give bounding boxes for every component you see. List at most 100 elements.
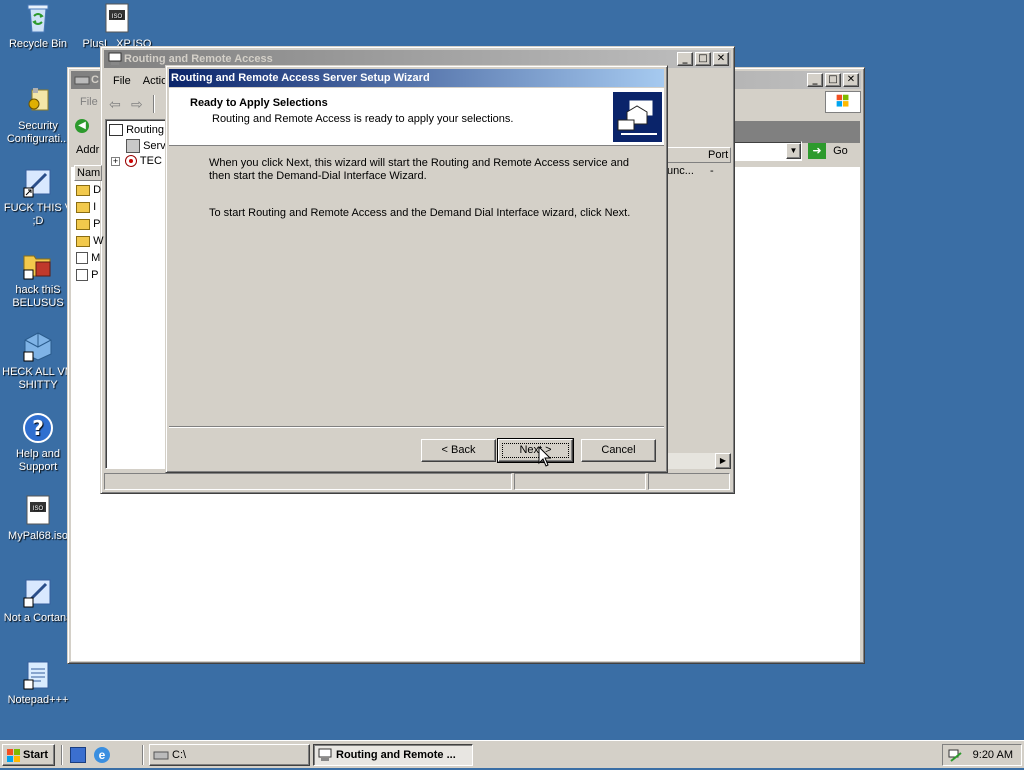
- show-desktop-icon[interactable]: [70, 747, 86, 763]
- desktop-icon-heck-all[interactable]: HECK ALL VM SHITTY: [0, 330, 76, 392]
- desktop-icon-label: Security Configurati...: [6, 120, 70, 145]
- tree-root[interactable]: Routing: [109, 124, 164, 137]
- forward-arrow-icon[interactable]: ⇨: [131, 97, 147, 111]
- folder-icon: [76, 184, 90, 196]
- focus-rect: [502, 443, 569, 458]
- go-label: Go: [833, 145, 848, 157]
- list-cell-port: -: [710, 165, 714, 177]
- wizard-subheading: Routing and Remote Access is ready to ap…: [212, 113, 514, 125]
- desktop-icon-hack-this[interactable]: hack thiS BELUSUS: [0, 248, 76, 310]
- back-arrow-icon[interactable]: ⇦: [109, 97, 125, 111]
- desktop-icon-security-config[interactable]: Security Configurati...: [0, 84, 76, 146]
- wizard-body-para2: To start Routing and Remote Access and t…: [209, 207, 631, 219]
- desktop-icon-shortcut-1[interactable]: FUCK THIS V ;D: [0, 166, 76, 228]
- explorer-address-label: Addr: [76, 144, 100, 156]
- clock[interactable]: 9:20 AM: [973, 745, 1013, 765]
- close-button[interactable]: ✕: [713, 52, 729, 66]
- list-header-port[interactable]: Port: [667, 147, 731, 163]
- svg-text:ISO: ISO: [112, 14, 123, 20]
- go-arrow-icon: ➜: [808, 143, 826, 160]
- desktop-icon-label: Not a Cortana: [3, 612, 73, 624]
- taskbar-item-routing[interactable]: Routing and Remote ...: [313, 744, 473, 766]
- tree-item-server[interactable]: + TEC: [111, 155, 162, 168]
- folder-icon: [76, 201, 90, 213]
- folder-icon: [76, 218, 90, 230]
- explorer-back-icon[interactable]: ◀: [75, 119, 89, 133]
- desktop-icon-label: Recycle Bin: [8, 38, 68, 50]
- desktop-icon-recycle-bin[interactable]: Recycle Bin: [0, 2, 76, 51]
- explorer-list-item[interactable]: P: [76, 218, 100, 230]
- svg-text:?: ?: [32, 416, 44, 440]
- menu-file[interactable]: File: [107, 73, 137, 89]
- status-cell: [514, 473, 646, 490]
- network-tray-icon[interactable]: [947, 747, 963, 763]
- network-wizard-icon: [613, 92, 662, 142]
- maximize-button[interactable]: □: [825, 73, 841, 87]
- explorer-list-item[interactable]: I: [76, 201, 96, 213]
- wizard-header: Ready to Apply Selections Routing and Re…: [169, 88, 664, 146]
- tree-item-label: TEC: [139, 155, 162, 167]
- shortcut-icon: [22, 576, 54, 608]
- wizard-heading: Ready to Apply Selections: [190, 97, 328, 109]
- folder-shortcut-icon: [22, 248, 54, 280]
- notepad-icon: [22, 658, 54, 690]
- computer-icon: [109, 124, 123, 137]
- system-tray: 9:20 AM: [942, 744, 1022, 766]
- windows-logo-icon: [825, 91, 861, 113]
- expand-icon[interactable]: +: [111, 156, 120, 166]
- shortcut-icon: [22, 166, 54, 198]
- folder-icon: [76, 235, 90, 247]
- tree-item-label: Serv: [143, 139, 166, 152]
- next-button[interactable]: Next >: [497, 438, 574, 463]
- scroll-right-button[interactable]: ▶: [715, 453, 731, 469]
- desktop-icon-help-support[interactable]: ? Help and Support: [0, 412, 76, 474]
- server-icon: [317, 747, 333, 763]
- toolbar-separator: [153, 95, 155, 113]
- desktop-icon-plusl-iso[interactable]: ISO PlusL_XP.ISO: [79, 2, 155, 51]
- back-button[interactable]: < Back: [421, 439, 496, 462]
- drive-icon: [153, 747, 169, 763]
- address-dropdown-button[interactable]: ▼: [786, 143, 801, 159]
- desktop-icon-not-a-cortana[interactable]: Not a Cortana: [0, 576, 76, 625]
- internet-explorer-icon[interactable]: e: [94, 747, 110, 763]
- wizard-titlebar[interactable]: Routing and Remote Access Server Setup W…: [169, 69, 664, 87]
- start-button[interactable]: Start: [2, 744, 55, 766]
- tree-pane: Routing Serv + TEC: [105, 119, 169, 469]
- drive-icon: [74, 72, 90, 88]
- security-config-icon: [22, 84, 54, 116]
- server-icon: [107, 51, 123, 67]
- horizontal-scrollbar[interactable]: ▶: [667, 453, 731, 469]
- explorer-list-item[interactable]: M: [76, 252, 100, 265]
- minimize-button[interactable]: _: [677, 52, 693, 66]
- file-icon: [76, 269, 88, 282]
- maximize-button[interactable]: □: [695, 52, 711, 66]
- mouse-cursor-icon: [538, 445, 552, 468]
- status-cell: [104, 473, 512, 490]
- minimize-button[interactable]: _: [807, 73, 823, 87]
- setup-wizard-dialog: Routing and Remote Access Server Setup W…: [165, 65, 668, 473]
- taskbar-item-c-drive[interactable]: C:\: [149, 744, 310, 766]
- desktop-icon-notepad[interactable]: Notepad+++: [0, 658, 76, 707]
- desktop-icon-mypal-iso[interactable]: ISO MyPal68.iso: [0, 494, 76, 543]
- list-cell-function: unc...: [667, 165, 694, 177]
- desktop-icon-label: HECK ALL VM SHITTY: [2, 366, 74, 391]
- rras-title: Routing and Remote Access: [124, 53, 273, 65]
- close-button[interactable]: ✕: [843, 73, 859, 87]
- taskbar: Start e C:\ Routing and Remote ... 9:20 …: [0, 740, 1024, 768]
- cancel-button[interactable]: Cancel: [581, 439, 656, 462]
- explorer-list-item[interactable]: P: [76, 269, 98, 282]
- explorer-list-item[interactable]: D: [76, 184, 101, 196]
- desktop: { "desktop": { "icons": [ {"label": "Rec…: [0, 0, 1024, 768]
- explorer-name-header[interactable]: Nam: [74, 165, 102, 181]
- server-stopped-icon: [125, 155, 138, 168]
- wizard-body-line1: When you click Next, this wizard will st…: [209, 157, 630, 169]
- go-button[interactable]: ➜ Go: [808, 141, 856, 161]
- server-status-icon: [126, 139, 140, 153]
- explorer-list-item[interactable]: W: [76, 235, 103, 247]
- cube-shortcut-icon: [22, 330, 54, 362]
- desktop-icon-label: hack thiS BELUSUS: [12, 284, 64, 309]
- status-cell: [648, 473, 730, 490]
- iso-file-icon: ISO: [101, 2, 133, 34]
- wizard-title: Routing and Remote Access Server Setup W…: [171, 72, 430, 84]
- tree-item-server-status[interactable]: Serv: [126, 139, 166, 153]
